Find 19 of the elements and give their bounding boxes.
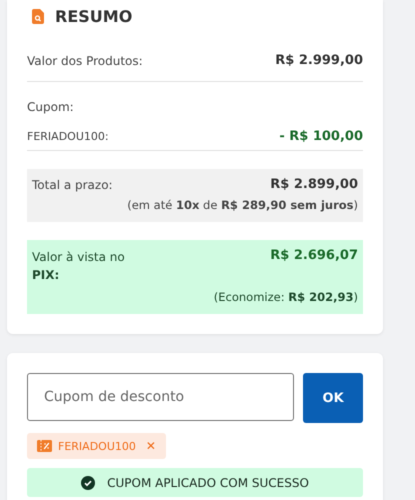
pix-total: R$ 2.696,07 (270, 248, 358, 263)
discount-value: - R$ 100,00 (279, 129, 363, 144)
products-value: R$ 2.999,00 (275, 53, 363, 68)
coupon-label: Cupom: (27, 100, 74, 114)
savings-note: (Economize: R$ 202,93) (214, 290, 358, 304)
coupon-code-tag: FERIADOU100 (58, 440, 136, 452)
installment-note: (em até 10x de R$ 289,90 sem juros) (127, 198, 358, 212)
installment-total: R$ 2.899,00 (270, 177, 358, 192)
ok-button[interactable]: OK (303, 373, 363, 423)
check-circle-icon (81, 476, 96, 490)
ticket-icon (37, 440, 52, 452)
pix-label: Valor à vista no PIX: (32, 249, 126, 284)
success-text: CUPOM APLICADO COM SUCESSO (107, 476, 309, 490)
installment-label: Total a prazo: (32, 178, 113, 192)
coupon-input[interactable]: Cupom de desconto (27, 373, 294, 421)
document-search-icon (32, 8, 44, 24)
summary-title: RESUMO (55, 6, 132, 26)
coupon-code: FERIADOU100: (27, 130, 109, 143)
products-label: Valor dos Produtos: (27, 54, 143, 68)
